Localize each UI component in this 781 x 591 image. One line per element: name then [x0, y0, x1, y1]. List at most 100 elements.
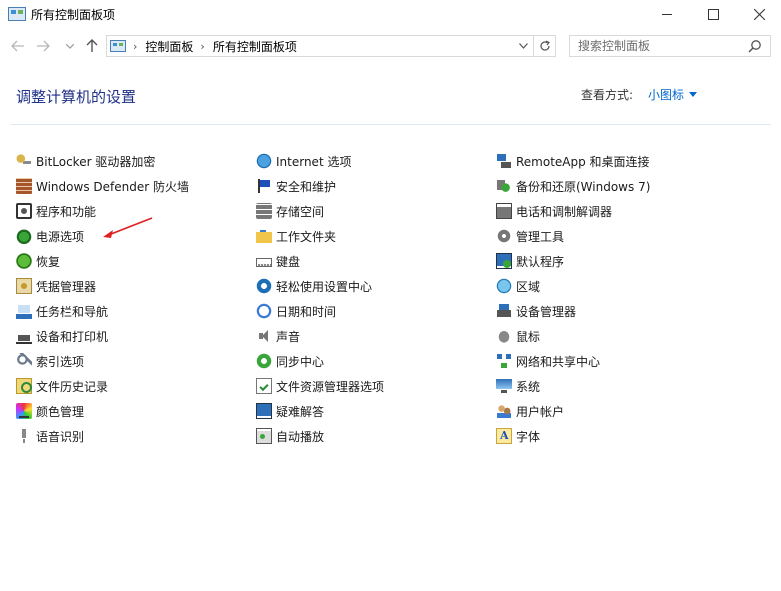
item-label[interactable]: 声音	[276, 328, 300, 345]
file-history-icon	[16, 378, 32, 394]
item-label[interactable]: 同步中心	[276, 353, 324, 370]
item-programs[interactable]: 程序和功能	[16, 201, 96, 221]
recent-locations-button[interactable]	[60, 36, 80, 56]
item-credential-manager[interactable]: 凭据管理器	[16, 276, 96, 296]
up-button[interactable]	[82, 36, 102, 56]
close-button[interactable]	[736, 0, 781, 28]
item-label[interactable]: 工作文件夹	[276, 228, 336, 245]
item-label[interactable]: 用户帐户	[516, 403, 564, 420]
item-label[interactable]: 网络和共享中心	[516, 353, 600, 370]
up-arrow-icon	[86, 39, 98, 52]
item-power-options[interactable]: 电源选项	[16, 226, 84, 246]
refresh-button[interactable]	[533, 36, 555, 56]
item-work-folders[interactable]: 工作文件夹	[256, 226, 336, 246]
item-date-time[interactable]: 日期和时间	[256, 301, 336, 321]
item-label[interactable]: 鼠标	[516, 328, 540, 345]
network-icon	[496, 353, 512, 369]
region-globe-icon	[496, 278, 512, 294]
item-label[interactable]: 颜色管理	[36, 403, 84, 420]
item-troubleshooting[interactable]: 疑难解答	[256, 401, 324, 421]
item-label[interactable]: 日期和时间	[276, 303, 336, 320]
item-ease-of-access[interactable]: 轻松使用设置中心	[256, 276, 372, 296]
item-label[interactable]: 程序和功能	[36, 203, 96, 220]
maximize-button[interactable]	[690, 0, 736, 28]
item-mouse[interactable]: 鼠标	[496, 326, 540, 346]
item-speech-recognition[interactable]: 语音识别	[16, 426, 84, 446]
item-label[interactable]: 区域	[516, 278, 540, 295]
view-by-value[interactable]: 小图标	[648, 86, 684, 103]
search-icon[interactable]	[748, 39, 762, 53]
item-label[interactable]: 语音识别	[36, 428, 84, 445]
item-sync-center[interactable]: 同步中心	[256, 351, 324, 371]
item-label[interactable]: Windows Defender 防火墙	[36, 178, 189, 195]
breadcrumb-all-items[interactable]: 所有控制面板项	[213, 38, 297, 55]
item-fonts[interactable]: 字体	[496, 426, 540, 446]
item-admin-tools[interactable]: 管理工具	[496, 226, 564, 246]
item-keyboard[interactable]: 键盘	[256, 251, 300, 271]
item-network-sharing[interactable]: 网络和共享中心	[496, 351, 600, 371]
item-label[interactable]: 存储空间	[276, 203, 324, 220]
forward-button[interactable]	[33, 36, 53, 56]
item-label[interactable]: 字体	[516, 428, 540, 445]
item-security-maintenance[interactable]: 安全和维护	[256, 176, 336, 196]
item-user-accounts[interactable]: 用户帐户	[496, 401, 564, 421]
item-recovery[interactable]: 恢复	[16, 251, 60, 271]
breadcrumb-separator-icon[interactable]: ›	[133, 40, 137, 53]
item-bitlocker[interactable]: BitLocker 驱动器加密	[16, 151, 155, 171]
address-history-button[interactable]	[514, 36, 532, 56]
breadcrumb-separator-icon[interactable]: ›	[200, 40, 204, 53]
internet-globe-icon	[256, 153, 272, 169]
item-devices-printers[interactable]: 设备和打印机	[16, 326, 108, 346]
item-label[interactable]: RemoteApp 和桌面连接	[516, 153, 650, 170]
item-firewall[interactable]: Windows Defender 防火墙	[16, 176, 189, 196]
item-label[interactable]: 设备管理器	[516, 303, 576, 320]
item-indexing[interactable]: 索引选项	[16, 351, 84, 371]
search-box[interactable]	[569, 35, 771, 57]
caret-down-icon[interactable]	[689, 92, 698, 97]
search-input[interactable]	[578, 36, 748, 56]
item-label[interactable]: 安全和维护	[276, 178, 336, 195]
item-label[interactable]: 任务栏和导航	[36, 303, 108, 320]
credential-icon	[16, 278, 32, 294]
item-label[interactable]: 轻松使用设置中心	[276, 278, 372, 295]
item-label[interactable]: 备份和还原(Windows 7)	[516, 178, 650, 195]
item-system[interactable]: 系统	[496, 376, 540, 396]
item-explorer-options[interactable]: 文件资源管理器选项	[256, 376, 384, 396]
item-file-history[interactable]: 文件历史记录	[16, 376, 108, 396]
item-label[interactable]: 默认程序	[516, 253, 564, 270]
item-label[interactable]: 系统	[516, 378, 540, 395]
item-label[interactable]: 凭据管理器	[36, 278, 96, 295]
item-remoteapp[interactable]: RemoteApp 和桌面连接	[496, 151, 650, 171]
item-label[interactable]: 设备和打印机	[36, 328, 108, 345]
item-label[interactable]: 电话和调制解调器	[516, 203, 612, 220]
item-backup-restore[interactable]: 备份和还原(Windows 7)	[496, 176, 650, 196]
breadcrumb-control-panel[interactable]: 控制面板	[145, 38, 193, 55]
item-default-programs[interactable]: 默认程序	[496, 251, 564, 271]
address-bar[interactable]: › 控制面板 › 所有控制面板项	[106, 35, 556, 57]
item-label[interactable]: 疑难解答	[276, 403, 324, 420]
item-label[interactable]: 索引选项	[36, 353, 84, 370]
item-label[interactable]: BitLocker 驱动器加密	[36, 153, 155, 170]
item-label[interactable]: Internet 选项	[276, 153, 351, 170]
item-phone-modem[interactable]: 电话和调制解调器	[496, 201, 612, 221]
view-by-dropdown[interactable]: 小图标	[648, 86, 698, 103]
item-label[interactable]: 管理工具	[516, 228, 564, 245]
item-color-management[interactable]: 颜色管理	[16, 401, 84, 421]
refresh-icon	[539, 40, 550, 51]
item-storage-spaces[interactable]: 存储空间	[256, 201, 324, 221]
item-taskbar[interactable]: 任务栏和导航	[16, 301, 108, 321]
item-region[interactable]: 区域	[496, 276, 540, 296]
item-label[interactable]: 文件历史记录	[36, 378, 108, 395]
minimize-button[interactable]	[644, 0, 690, 28]
back-button[interactable]	[8, 36, 28, 56]
item-label[interactable]: 恢复	[36, 253, 60, 270]
item-device-manager[interactable]: 设备管理器	[496, 301, 576, 321]
item-label[interactable]: 自动播放	[276, 428, 324, 445]
item-label[interactable]: 键盘	[276, 253, 300, 270]
title-bar: 所有控制面板项	[0, 0, 781, 30]
item-sound[interactable]: 声音	[256, 326, 300, 346]
item-autoplay[interactable]: 自动播放	[256, 426, 324, 446]
item-internet-options[interactable]: Internet 选项	[256, 151, 351, 171]
item-label[interactable]: 电源选项	[36, 228, 84, 245]
item-label[interactable]: 文件资源管理器选项	[276, 378, 384, 395]
